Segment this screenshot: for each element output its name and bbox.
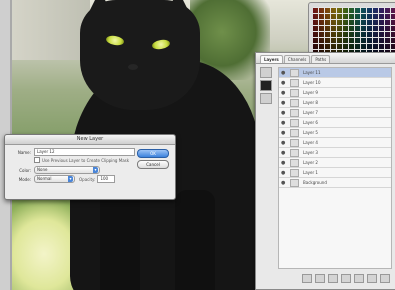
- layer-name: Layer 7: [303, 110, 318, 115]
- layer-thumbnail: [290, 168, 299, 177]
- layers-list[interactable]: ● Layer 11 ● Layer 10 ● Layer 9 ● Layer 8 ● Layer…: [278, 67, 392, 269]
- layer-row[interactable]: ● Layer 7: [279, 108, 391, 118]
- adjustment-icon[interactable]: [341, 273, 351, 283]
- new-layer-dialog: New Layer Name: Layer 12 Use Previous La…: [4, 134, 176, 200]
- tab-paths[interactable]: Paths: [311, 55, 331, 63]
- layer-thumbnail: [290, 158, 299, 167]
- mode-label: Mode:: [18, 176, 31, 182]
- eye-icon[interactable]: ●: [281, 80, 287, 86]
- ok-button[interactable]: OK: [137, 149, 169, 158]
- clip-checkbox-label: Use Previous Layer to Create Clipping Ma…: [42, 157, 130, 163]
- layer-name: Background: [303, 180, 327, 185]
- cat-head: [80, 0, 200, 110]
- eye-icon[interactable]: ●: [281, 160, 287, 166]
- layers-side-tools: [260, 67, 274, 106]
- opacity-field[interactable]: 100: [97, 175, 116, 183]
- trash-icon[interactable]: [380, 273, 390, 283]
- layer-row[interactable]: ● Layer 1: [279, 168, 391, 178]
- layer-row[interactable]: ● Layer 6: [279, 118, 391, 128]
- color-row: Color: None ▾: [9, 166, 100, 174]
- mode-row: Mode: Normal ▾ Opacity: 100: [9, 175, 116, 183]
- eye-icon[interactable]: ●: [281, 100, 287, 106]
- layer-name: Layer 9: [303, 90, 318, 95]
- color-select-value: None: [37, 167, 48, 172]
- layer-row[interactable]: ● Layer 11: [279, 68, 391, 78]
- layer-thumbnail: [290, 78, 299, 87]
- layer-row[interactable]: ● Layer 4: [279, 138, 391, 148]
- layer-name: Layer 11: [303, 70, 321, 75]
- background-wall: [0, 0, 90, 60]
- color-select[interactable]: None ▾: [34, 166, 100, 174]
- chevron-down-icon: ▾: [93, 167, 98, 173]
- layer-row[interactable]: ● Background: [279, 178, 391, 188]
- layer-name: Layer 3: [303, 150, 318, 155]
- eye-icon[interactable]: ●: [281, 70, 287, 76]
- name-row: Name: Layer 12: [9, 148, 135, 156]
- layer-thumbnail: [290, 178, 299, 187]
- mode-select-value: Normal: [37, 176, 52, 181]
- tab-layers[interactable]: Layers: [260, 55, 283, 63]
- link-icon[interactable]: [302, 273, 312, 283]
- layer-thumbnail: [290, 128, 299, 137]
- chevron-down-icon: ▾: [68, 176, 73, 182]
- dialog-title: New Layer: [5, 135, 175, 145]
- layer-thumbnail: [290, 118, 299, 127]
- layer-name: Layer 1: [303, 170, 318, 175]
- lock-icon[interactable]: [260, 67, 272, 78]
- layer-name: Layer 6: [303, 120, 318, 125]
- layer-name: Layer 10: [303, 80, 321, 85]
- layer-row[interactable]: ● Layer 5: [279, 128, 391, 138]
- layer-name: Layer 2: [303, 160, 318, 165]
- mask-icon[interactable]: [328, 273, 338, 283]
- clip-checkbox[interactable]: [34, 157, 40, 163]
- layer-thumbnail: [290, 88, 299, 97]
- layer-row[interactable]: ● Layer 10: [279, 78, 391, 88]
- fx-icon[interactable]: [315, 273, 325, 283]
- layer-row[interactable]: ● Layer 2: [279, 158, 391, 168]
- clip-row: Use Previous Layer to Create Clipping Ma…: [9, 157, 129, 163]
- brush-preview-icon[interactable]: [260, 80, 272, 91]
- eye-icon[interactable]: ●: [281, 90, 287, 96]
- folder-icon[interactable]: [354, 273, 364, 283]
- eye-icon[interactable]: ●: [281, 140, 287, 146]
- cancel-button[interactable]: Cancel: [137, 160, 169, 169]
- cat-nose: [128, 64, 138, 70]
- layers-footer: [278, 273, 390, 283]
- layer-thumbnail: [290, 68, 299, 77]
- name-field[interactable]: Layer 12: [34, 148, 135, 156]
- layer-name: Layer 5: [303, 130, 318, 135]
- layer-thumbnail: [290, 138, 299, 147]
- cat-leg-right: [175, 190, 215, 290]
- layer-row[interactable]: ● Layer 3: [279, 148, 391, 158]
- eye-icon[interactable]: ●: [281, 180, 287, 186]
- move-icon[interactable]: [260, 93, 272, 104]
- eye-icon[interactable]: ●: [281, 170, 287, 176]
- tab-channels[interactable]: Channels: [283, 55, 311, 63]
- opacity-label: Opacity:: [79, 176, 96, 182]
- eye-icon[interactable]: ●: [281, 150, 287, 156]
- layer-thumbnail: [290, 108, 299, 117]
- eye-icon[interactable]: ●: [281, 130, 287, 136]
- eye-icon[interactable]: ●: [281, 120, 287, 126]
- mode-select[interactable]: Normal ▾: [34, 175, 75, 183]
- cat-leg-left: [100, 190, 140, 290]
- layer-row[interactable]: ● Layer 9: [279, 88, 391, 98]
- layer-thumbnail: [290, 98, 299, 107]
- layer-thumbnail: [290, 148, 299, 157]
- layers-panel-tabbar: Layers Channels Paths: [256, 53, 395, 64]
- swatch-grid[interactable]: [313, 7, 395, 55]
- layer-name: Layer 8: [303, 100, 318, 105]
- color-label: Color:: [19, 167, 31, 173]
- layer-name: Layer 4: [303, 140, 318, 145]
- name-label: Name:: [17, 149, 31, 155]
- layers-panel[interactable]: Layers Channels Paths ● Layer 11 ● Layer 10…: [255, 52, 395, 290]
- layer-row[interactable]: ● Layer 8: [279, 98, 391, 108]
- eye-icon[interactable]: ●: [281, 110, 287, 116]
- new-layer-icon[interactable]: [367, 273, 377, 283]
